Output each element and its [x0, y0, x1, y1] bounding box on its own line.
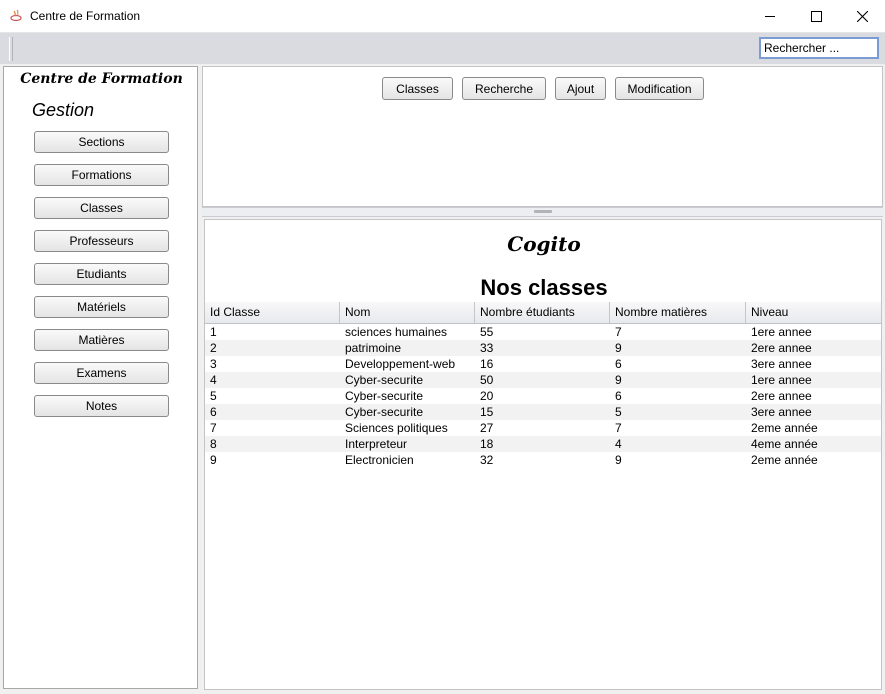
cell-niveau: 2ere annee [751, 341, 812, 355]
sidebar-subtitle: Gestion [32, 100, 95, 120]
toolbar [0, 33, 885, 64]
table-row[interactable]: 9 Electronicien 32 9 2eme année [205, 452, 881, 468]
professeurs-button[interactable]: Professeurs [34, 230, 169, 252]
cell-id: 1 [210, 325, 217, 339]
close-button[interactable] [839, 0, 885, 32]
table-header: Id Classe Nom Nombre étudiants Nombre ma… [205, 302, 881, 324]
cell-nom: Sciences politiques [345, 421, 448, 435]
divider-handle[interactable] [534, 210, 552, 213]
cell-nombre-matieres: 9 [615, 453, 622, 467]
page-heading: Nos classes [480, 275, 608, 300]
cell-niveau: 4eme année [751, 437, 818, 451]
toolbar-grip[interactable] [9, 37, 13, 61]
table-row[interactable]: 4 Cyber-securite 50 9 1ere annee [205, 372, 881, 388]
matieres-button[interactable]: Matières [34, 329, 169, 351]
table-row[interactable]: 3 Developpement-web 16 6 3ere annee [205, 356, 881, 372]
cell-nombre-etudiants: 18 [480, 437, 494, 451]
ajout-button[interactable]: Ajout [555, 77, 606, 100]
column-header-nombre-matieres[interactable]: Nombre matières [610, 302, 746, 323]
cell-nombre-matieres: 4 [615, 437, 622, 451]
cell-niveau: 1ere annee [751, 325, 812, 339]
sidebar-title: Centre de Formation [20, 71, 183, 87]
window-title: Centre de Formation [30, 9, 141, 23]
cell-nombre-matieres: 5 [615, 405, 622, 419]
table-row[interactable]: 5 Cyber-securite 20 6 2ere annee [205, 388, 881, 404]
cell-nombre-etudiants: 32 [480, 453, 494, 467]
cell-id: 9 [210, 453, 217, 467]
title-bar: Centre de Formation [0, 0, 885, 33]
cell-nombre-matieres: 7 [615, 325, 622, 339]
sections-button[interactable]: Sections [34, 131, 169, 153]
cell-nombre-matieres: 9 [615, 373, 622, 387]
cogito-logo: Cogito [507, 232, 581, 256]
cell-nom: patrimoine [345, 341, 402, 355]
cell-niveau: 2eme année [751, 453, 818, 467]
cell-nom: sciences humaines [345, 325, 448, 339]
sidebar: Centre de Formation Gestion Sections For… [3, 66, 198, 689]
cell-nombre-matieres: 6 [615, 389, 622, 403]
cell-nombre-etudiants: 20 [480, 389, 494, 403]
etudiants-button[interactable]: Etudiants [34, 263, 169, 285]
java-app-icon [10, 9, 22, 22]
formations-button[interactable]: Formations [34, 164, 169, 186]
cell-nombre-etudiants: 33 [480, 341, 494, 355]
notes-button[interactable]: Notes [34, 395, 169, 417]
cell-nom: Cyber-securite [345, 389, 424, 403]
column-header-niveau[interactable]: Niveau [746, 302, 881, 323]
maximize-icon [810, 10, 822, 22]
cell-nombre-matieres: 6 [615, 357, 622, 371]
classes-tab-button[interactable]: Classes [382, 77, 453, 100]
minimize-button[interactable] [747, 0, 793, 32]
classes-panel: Cogito Nos classes Id Classe Nom Nombre … [204, 219, 882, 690]
cell-niveau: 2eme année [751, 421, 818, 435]
cell-id: 8 [210, 437, 217, 451]
table-row[interactable]: 2 patrimoine 33 9 2ere annee [205, 340, 881, 356]
cell-nom: Cyber-securite [345, 373, 424, 387]
cell-nombre-matieres: 7 [615, 421, 622, 435]
column-header-nom[interactable]: Nom [340, 302, 475, 323]
cell-niveau: 3ere annee [751, 357, 812, 371]
column-header-id[interactable]: Id Classe [205, 302, 340, 323]
classes-button[interactable]: Classes [34, 197, 169, 219]
cell-id: 4 [210, 373, 217, 387]
cell-nombre-etudiants: 55 [480, 325, 494, 339]
cell-nom: Developpement-web [345, 357, 456, 371]
cell-id: 2 [210, 341, 217, 355]
table-row[interactable]: 7 Sciences politiques 27 7 2eme année [205, 420, 881, 436]
minimize-icon [765, 16, 775, 17]
table-row[interactable]: 8 Interpreteur 18 4 4eme année [205, 436, 881, 452]
table-row[interactable]: 1 sciences humaines 55 7 1ere annee [205, 324, 881, 340]
examens-button[interactable]: Examens [34, 362, 169, 384]
cell-nom: Cyber-securite [345, 405, 424, 419]
cell-nombre-matieres: 9 [615, 341, 622, 355]
cell-nom: Electronicien [345, 453, 414, 467]
column-header-nombre-etudiants[interactable]: Nombre étudiants [475, 302, 610, 323]
modification-button[interactable]: Modification [615, 77, 704, 100]
split-divider[interactable] [202, 207, 883, 217]
cell-niveau: 3ere annee [751, 405, 812, 419]
materiels-button[interactable]: Matériels [34, 296, 169, 318]
close-icon [856, 10, 868, 22]
cell-nom: Interpreteur [345, 437, 408, 451]
table-row[interactable]: 6 Cyber-securite 15 5 3ere annee [205, 404, 881, 420]
table-body: 1 sciences humaines 55 7 1ere annee 2 pa… [205, 324, 881, 468]
cell-id: 7 [210, 421, 217, 435]
cell-niveau: 1ere annee [751, 373, 812, 387]
maximize-button[interactable] [793, 0, 839, 32]
cell-niveau: 2ere annee [751, 389, 812, 403]
cell-nombre-etudiants: 50 [480, 373, 494, 387]
cell-id: 5 [210, 389, 217, 403]
cell-nombre-etudiants: 16 [480, 357, 494, 371]
cell-id: 6 [210, 405, 217, 419]
recherche-button[interactable]: Recherche [462, 77, 546, 100]
cell-nombre-etudiants: 15 [480, 405, 494, 419]
cell-nombre-etudiants: 27 [480, 421, 494, 435]
search-input[interactable] [759, 37, 879, 59]
cell-id: 3 [210, 357, 217, 371]
